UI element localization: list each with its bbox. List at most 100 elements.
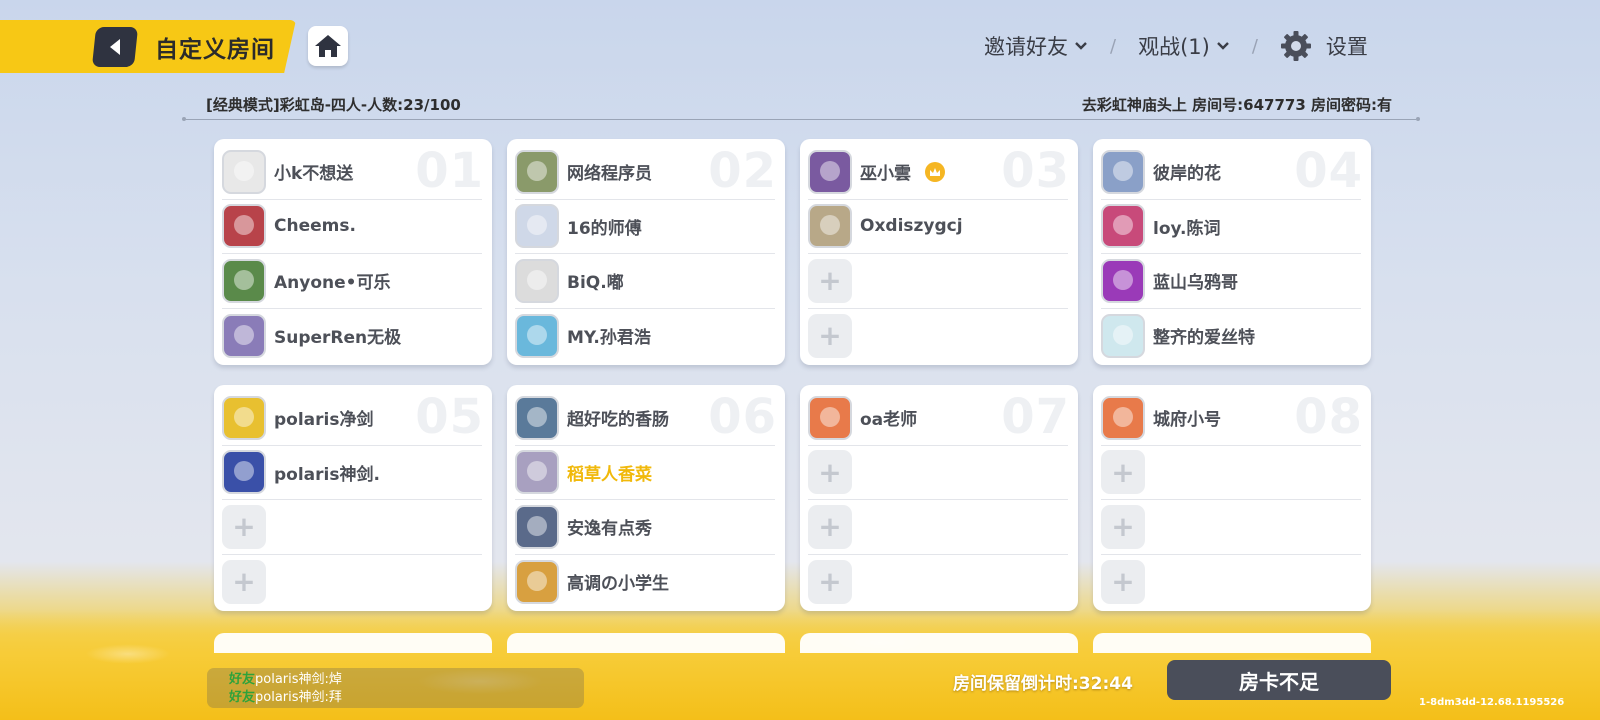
empty-slot[interactable]: + (808, 500, 1068, 555)
home-icon (315, 35, 341, 57)
player-slot[interactable]: 高调の小学生 (515, 555, 775, 610)
home-button[interactable] (308, 26, 348, 66)
player-slot[interactable]: BiQ.嘟 (515, 254, 775, 309)
top-menu: 邀请好友 / 观战(1) / 设置 (984, 30, 1368, 62)
plus-icon[interactable]: + (222, 504, 266, 549)
empty-slot[interactable]: + (808, 254, 1068, 309)
player-name: 城府小号 (1153, 410, 1221, 431)
empty-slot[interactable]: + (222, 555, 482, 610)
info-divider (182, 117, 1420, 121)
team-card-partial (214, 633, 492, 653)
avatar[interactable] (1101, 204, 1145, 249)
chat-message: 好友polaris神剑:拜 (229, 689, 562, 707)
player-slot[interactable]: 小k不想送 (222, 145, 482, 200)
spectate-dropdown[interactable]: 观战(1) (1138, 31, 1230, 61)
player-name: Oxdiszygcj (860, 216, 963, 237)
player-slot[interactable]: 稻草人香菜 (515, 446, 775, 500)
avatar[interactable] (515, 149, 559, 194)
player-slot[interactable]: polaris净剑 (222, 391, 482, 446)
spectate-label: 观战(1) (1138, 35, 1210, 59)
player-slot[interactable]: Oxdiszygcj (808, 200, 1068, 254)
chat-text: :拜 (324, 690, 342, 705)
chat-speaker: polaris神剑 (255, 690, 325, 705)
avatar[interactable] (515, 313, 559, 358)
avatar[interactable] (515, 395, 559, 440)
plus-icon[interactable]: + (808, 313, 852, 358)
player-slot[interactable]: 超好吃的香肠 (515, 391, 775, 446)
avatar[interactable] (222, 450, 266, 495)
avatar[interactable] (808, 395, 852, 440)
plus-icon[interactable]: + (222, 559, 266, 604)
player-slot[interactable]: Cheems. (222, 200, 482, 254)
plus-icon[interactable]: + (1101, 504, 1145, 549)
avatar[interactable] (222, 258, 266, 303)
avatar[interactable] (1101, 313, 1145, 358)
back-arrow-icon (110, 39, 120, 55)
chat-box[interactable]: 好友polaris神剑:焯 好友polaris神剑:拜 (207, 668, 584, 708)
avatar[interactable] (1101, 149, 1145, 194)
avatar[interactable] (808, 204, 852, 249)
player-name: 高调の小学生 (567, 574, 669, 595)
avatar[interactable] (808, 149, 852, 194)
player-name: 稻草人香菜 (567, 464, 652, 485)
player-slot[interactable]: SuperRen无极 (222, 309, 482, 364)
empty-slot[interactable]: + (222, 500, 482, 555)
back-button[interactable] (91, 27, 139, 67)
avatar[interactable] (222, 149, 266, 194)
plus-icon[interactable]: + (808, 258, 852, 303)
player-slot[interactable]: 城府小号 (1101, 391, 1361, 446)
player-slot[interactable]: MY.孙君浩 (515, 309, 775, 364)
team-card: 08 城府小号 + + + (1093, 385, 1371, 611)
player-slot[interactable]: 巫小雲 (808, 145, 1068, 200)
player-slot[interactable]: oa老师 (808, 391, 1068, 446)
player-slot[interactable]: 整齐的爱丝特 (1101, 309, 1361, 364)
player-slot[interactable]: 安逸有点秀 (515, 500, 775, 555)
avatar[interactable] (222, 204, 266, 249)
player-slot[interactable]: 网络程序员 (515, 145, 775, 200)
plus-icon[interactable]: + (808, 504, 852, 549)
player-slot[interactable]: Anyone•可乐 (222, 254, 482, 309)
empty-slot[interactable]: + (808, 309, 1068, 364)
plus-icon[interactable]: + (1101, 450, 1145, 495)
avatar[interactable] (1101, 258, 1145, 303)
empty-slot[interactable]: + (1101, 500, 1361, 555)
team-card: 02 网络程序员 16的师傅 BiQ.嘟 MY.孙君浩 (507, 139, 785, 365)
version-label: 1-8dm3dd-12.68.1195526 (1419, 697, 1565, 708)
avatar[interactable] (1101, 395, 1145, 440)
avatar[interactable] (515, 559, 559, 604)
player-name: Cheems. (274, 216, 356, 237)
avatar[interactable] (515, 504, 559, 549)
team-card: 05 polaris净剑 polaris神剑. + + (214, 385, 492, 611)
avatar[interactable] (515, 204, 559, 249)
player-slot[interactable]: loy.陈词 (1101, 200, 1361, 254)
plus-icon[interactable]: + (1101, 559, 1145, 604)
player-slot[interactable]: polaris神剑. (222, 446, 482, 500)
settings-label: 设置 (1325, 35, 1368, 59)
chat-tag: 好友 (229, 690, 256, 705)
avatar[interactable] (515, 258, 559, 303)
player-slot[interactable]: 蓝山乌鸦哥 (1101, 254, 1361, 309)
empty-slot[interactable]: + (1101, 446, 1361, 500)
empty-slot[interactable]: + (1101, 555, 1361, 610)
player-name: polaris净剑 (274, 410, 374, 431)
player-name: 超好吃的香肠 (567, 410, 669, 431)
chevron-down-icon (1075, 42, 1087, 50)
room-card-button[interactable]: 房卡不足 (1167, 660, 1391, 700)
empty-slot[interactable]: + (808, 555, 1068, 610)
settings-button[interactable]: 设置 (1280, 30, 1368, 62)
avatar[interactable] (515, 450, 559, 495)
menu-divider: / (1110, 35, 1117, 57)
player-name: 小k不想送 (274, 164, 354, 185)
avatar[interactable] (222, 395, 266, 440)
plus-icon[interactable]: + (808, 450, 852, 495)
player-slot[interactable]: 彼岸的花 (1101, 145, 1361, 200)
empty-slot[interactable]: + (808, 446, 1068, 500)
player-name: BiQ.嘟 (567, 273, 624, 294)
chevron-down-icon (1216, 42, 1229, 50)
chat-speaker: polaris神剑 (255, 672, 325, 687)
player-name: 蓝山乌鸦哥 (1153, 273, 1238, 294)
plus-icon[interactable]: + (808, 559, 852, 604)
invite-friends-dropdown[interactable]: 邀请好友 (984, 31, 1088, 61)
player-slot[interactable]: 16的师傅 (515, 200, 775, 254)
avatar[interactable] (222, 313, 266, 358)
